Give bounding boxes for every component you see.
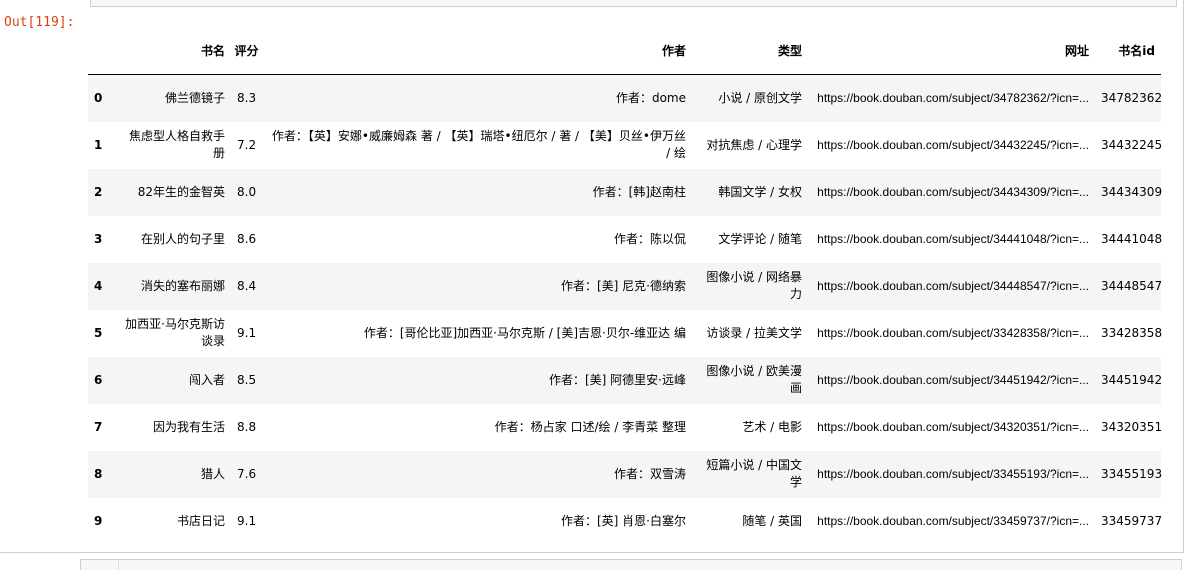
cell-book-id: 34441048 bbox=[1101, 231, 1163, 246]
cell-type: 图像小说 / 网络暴力 bbox=[706, 270, 802, 301]
table-row: 2 82年生的金智英 8.0 作者：[韩]赵南柱 韩国文学 / 女权 https://bo… bbox=[88, 168, 1163, 216]
cell-name: 在别人的句子里 bbox=[140, 231, 225, 246]
cell-score: 8.5 bbox=[237, 372, 257, 387]
cell-book-id: 33455193 bbox=[1101, 466, 1163, 481]
cell-score: 8.6 bbox=[237, 231, 257, 246]
cell-name: 消失的塞布丽娜 bbox=[140, 278, 225, 293]
cell-url: https://book.douban.com/subject/33459737… bbox=[817, 513, 1089, 528]
cell-name: 佛兰德镜子 bbox=[164, 90, 225, 105]
row-index: 9 bbox=[94, 513, 103, 528]
cell-author: 作者：[美] 阿德里安·远峰 bbox=[549, 372, 686, 387]
table-row: 4 消失的塞布丽娜 8.4 作者：[美] 尼克·德纳索 图像小说 / 网络暴力 https… bbox=[88, 262, 1163, 310]
row-index: 0 bbox=[94, 90, 103, 105]
row-index: 1 bbox=[94, 137, 103, 152]
cell-url: https://book.douban.com/subject/34782362… bbox=[817, 90, 1089, 105]
row-index: 3 bbox=[94, 231, 103, 246]
cell-book-id: 33459737 bbox=[1101, 513, 1163, 528]
cell-url: https://book.douban.com/subject/34320351… bbox=[817, 419, 1089, 434]
cell-type: 访谈录 / 拉美文学 bbox=[706, 325, 802, 340]
cell-score: 8.8 bbox=[237, 419, 257, 434]
column-header-author: 作者 bbox=[262, 29, 692, 75]
table-row: 9 书店日记 9.1 作者：[英] 肖恩·白塞尔 随笔 / 英国 https://book… bbox=[88, 498, 1163, 545]
cell-type: 文学评论 / 随笔 bbox=[718, 231, 802, 246]
cell-type: 图像小说 / 欧美漫画 bbox=[706, 364, 802, 395]
cell-score: 8.3 bbox=[237, 90, 257, 105]
index-header bbox=[88, 29, 117, 75]
cell-author: 作者：[英] 肖恩·白塞尔 bbox=[561, 513, 686, 528]
cell-author: 作者：[哥伦比亚]加西亚·马尔克斯 / [美]吉恩·贝尔-维亚达 编 bbox=[363, 325, 686, 340]
cell-score: 9.1 bbox=[237, 513, 257, 528]
row-index: 7 bbox=[94, 419, 103, 434]
cell-name: 加西亚·马尔克斯访谈录 bbox=[125, 317, 225, 348]
cell-name: 猎人 bbox=[200, 466, 225, 481]
table-row: 3 在别人的句子里 8.6 作者：陈以侃 文学评论 / 随笔 https://book.d… bbox=[88, 216, 1163, 263]
column-header-score: 评分 bbox=[231, 29, 262, 75]
cell-type: 对抗焦虑 / 心理学 bbox=[706, 137, 802, 152]
cell-type: 艺术 / 电影 bbox=[742, 419, 802, 434]
row-index: 4 bbox=[94, 278, 103, 293]
cell-name: 因为我有生活 bbox=[152, 419, 225, 434]
column-header-name: 书名 bbox=[117, 29, 231, 75]
cell-author: 作者：陈以侃 bbox=[613, 231, 686, 246]
cell-book-id: 34451942 bbox=[1101, 372, 1163, 387]
cell-type: 随笔 / 英国 bbox=[742, 513, 802, 528]
cell-score: 8.0 bbox=[237, 184, 257, 199]
cell-url: https://book.douban.com/subject/34432245… bbox=[817, 137, 1089, 152]
table-row: 0 佛兰德镜子 8.3 作者：dome 小说 / 原创文学 https://book.do… bbox=[88, 74, 1163, 122]
cell-url: https://book.douban.com/subject/34451942… bbox=[817, 372, 1089, 387]
table-row: 8 猎人 7.6 作者：双雪涛 短篇小说 / 中国文学 https://book.doub… bbox=[88, 450, 1163, 498]
table-row: 7 因为我有生活 8.8 作者：杨占家 口述/绘 / 李青菜 整理 艺术 / 电影 htt… bbox=[88, 404, 1163, 451]
cell-author: 作者：dome bbox=[615, 90, 686, 105]
dataframe-table: 书名 评分 作者 类型 网址 书名id 0 佛兰德镜子 8.3 作者：dome 小说 /… bbox=[88, 29, 1163, 545]
cell-score: 9.1 bbox=[237, 325, 257, 340]
cell-book-id: 33428358 bbox=[1101, 325, 1163, 340]
column-header-type: 类型 bbox=[692, 29, 808, 75]
row-index: 8 bbox=[94, 466, 103, 481]
cell-url: https://book.douban.com/subject/33455193… bbox=[817, 466, 1089, 481]
table-row: 6 闯入者 8.5 作者：[美] 阿德里安·远峰 图像小说 / 欧美漫画 https://… bbox=[88, 356, 1163, 404]
cell-author: 作者：[美] 尼克·德纳索 bbox=[561, 278, 686, 293]
cell-type: 韩国文学 / 女权 bbox=[718, 184, 802, 199]
column-header-book-id: 书名id bbox=[1095, 29, 1161, 75]
next-cell-prompt-divider bbox=[118, 560, 119, 570]
output-prompt: Out[119]: bbox=[4, 15, 75, 30]
cell-score: 8.4 bbox=[237, 278, 257, 293]
cell-book-id: 34782362 bbox=[1101, 90, 1163, 105]
cell-score: 7.2 bbox=[237, 137, 257, 152]
row-index: 6 bbox=[94, 372, 103, 387]
table-row: 1 焦虑型人格自救手册 7.2 作者：【英】安娜•威廉姆森 著 / 【英】瑞塔•纽厄尔… bbox=[88, 122, 1163, 169]
cell-name: 焦虑型人格自救手册 bbox=[128, 129, 225, 160]
cell-book-id: 34320351 bbox=[1101, 419, 1163, 434]
column-header-url: 网址 bbox=[808, 29, 1095, 75]
row-index: 5 bbox=[94, 325, 103, 340]
cell-score: 7.6 bbox=[237, 466, 257, 481]
cell-author: 作者：杨占家 口述/绘 / 李青菜 整理 bbox=[494, 419, 686, 434]
cell-url: https://book.douban.com/subject/34448547… bbox=[817, 278, 1089, 293]
cell-author: 作者：[韩]赵南柱 bbox=[592, 184, 686, 199]
cell-url: https://book.douban.com/subject/34441048… bbox=[817, 231, 1089, 246]
cell-type: 小说 / 原创文学 bbox=[718, 90, 802, 105]
cell-book-id: 34434309 bbox=[1101, 184, 1163, 199]
cell-book-id: 34448547 bbox=[1101, 278, 1163, 293]
cell-name: 82年生的金智英 bbox=[137, 184, 225, 199]
cell-author: 作者：【英】安娜•威廉姆森 著 / 【英】瑞塔•纽厄尔 / 著 / 【美】贝丝•… bbox=[271, 129, 686, 160]
row-index: 2 bbox=[94, 184, 103, 199]
cell-url: https://book.douban.com/subject/34434309… bbox=[817, 184, 1089, 199]
cell-url: https://book.douban.com/subject/33428358… bbox=[817, 325, 1089, 340]
cell-name: 闯入者 bbox=[188, 372, 225, 387]
cell-author: 作者：双雪涛 bbox=[613, 466, 686, 481]
cell-type: 短篇小说 / 中国文学 bbox=[706, 458, 802, 489]
cell-name: 书店日记 bbox=[176, 513, 225, 528]
cell-book-id: 34432245 bbox=[1101, 137, 1163, 152]
table-row: 5 加西亚·马尔克斯访谈录 9.1 作者：[哥伦比亚]加西亚·马尔克斯 / [美]吉恩… bbox=[88, 310, 1163, 357]
header-row: 书名 评分 作者 类型 网址 书名id bbox=[88, 29, 1161, 75]
